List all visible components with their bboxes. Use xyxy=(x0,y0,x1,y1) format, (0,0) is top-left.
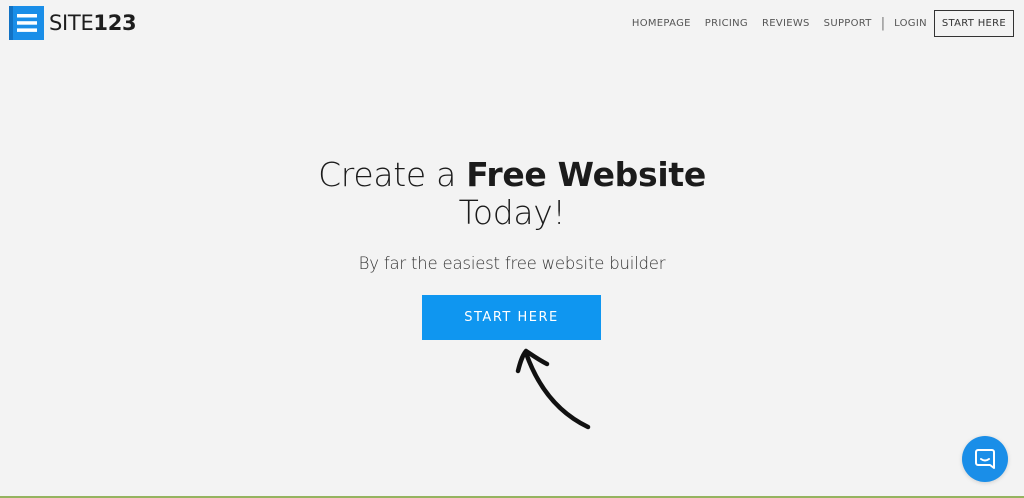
site-logo[interactable]: SITE 123 xyxy=(9,6,137,40)
site-header: SITE 123 HOMEPAGE PRICING REVIEWS SUPPORT… xyxy=(0,0,1024,48)
nav-separator: | xyxy=(880,16,886,31)
hero-title: Create a Free Website Today! xyxy=(0,156,1024,232)
hero-subtitle: By far the easiest free website builder xyxy=(358,254,666,273)
hero-start-here-button[interactable]: START HERE xyxy=(422,295,601,340)
nav-login[interactable]: LOGIN xyxy=(894,18,927,29)
hero-section: Create a Free Website Today! By far the … xyxy=(0,156,1024,274)
logo-wordmark: SITE 123 xyxy=(49,11,137,35)
logo-text-bold: 123 xyxy=(93,11,137,35)
curved-arrow-icon xyxy=(515,348,591,430)
nav-homepage[interactable]: HOMEPAGE xyxy=(632,18,691,29)
hero-title-part1: Create a xyxy=(318,155,467,194)
nav-pricing[interactable]: PRICING xyxy=(705,18,748,29)
hero-title-line2: Today! xyxy=(458,193,566,232)
main-nav: HOMEPAGE PRICING REVIEWS SUPPORT | LOGIN… xyxy=(618,10,1014,37)
nav-start-here-button[interactable]: START HERE xyxy=(933,10,1014,37)
menu-lines-icon xyxy=(9,6,44,40)
nav-support[interactable]: SUPPORT xyxy=(824,18,872,29)
chat-launcher-button[interactable] xyxy=(962,436,1008,482)
logo-text-light: SITE xyxy=(49,11,94,35)
hero-title-strong: Free Website xyxy=(466,155,706,194)
nav-reviews[interactable]: REVIEWS xyxy=(762,18,810,29)
chat-bubble-icon xyxy=(975,449,995,469)
